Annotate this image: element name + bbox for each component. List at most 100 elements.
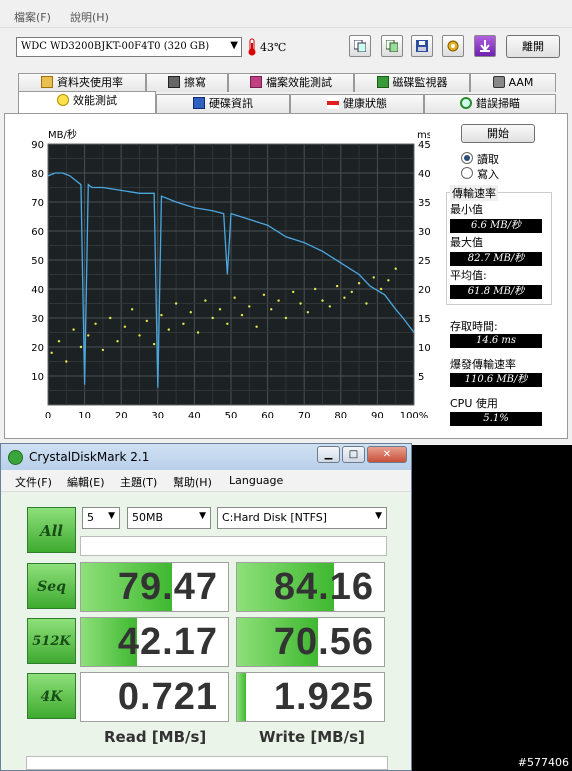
- download-button[interactable]: [474, 35, 496, 57]
- y-tick-right-label: 25: [418, 256, 430, 267]
- tab-disk-monitor[interactable]: 磁碟監視器: [354, 73, 470, 92]
- count-select[interactable]: 5 ▼: [82, 507, 120, 529]
- x-tick-label: 90: [371, 411, 384, 418]
- access-time-point: [123, 325, 127, 328]
- close-icon: ✕: [382, 449, 392, 460]
- access-time-point: [72, 328, 75, 331]
- 512k-read-result: 42.17: [80, 617, 229, 667]
- seq-button[interactable]: Seq: [27, 563, 76, 609]
- copy-all-button[interactable]: [381, 35, 403, 57]
- 4k-button[interactable]: 4K: [27, 673, 76, 719]
- file-benchmark-icon: [250, 76, 262, 88]
- cdm-menu-theme[interactable]: 主題(T): [120, 474, 157, 490]
- access-time-point: [130, 308, 134, 311]
- y-tick-right-label: 30: [418, 227, 430, 238]
- chevron-down-icon: ▼: [375, 511, 382, 521]
- x-tick-label: 40: [188, 411, 201, 418]
- min-value: 6.6 MB/秒: [450, 219, 542, 233]
- maximize-button[interactable]: □: [342, 446, 365, 463]
- menu-file[interactable]: 檔案(F): [14, 9, 51, 25]
- monitor-icon: [376, 76, 389, 88]
- cpu-usage-value: 5.1%: [450, 412, 542, 426]
- minimize-button[interactable]: ▁: [317, 446, 340, 463]
- info-icon: [193, 97, 205, 109]
- tab-aam[interactable]: AAM: [470, 73, 556, 92]
- maximize-icon: □: [348, 449, 359, 460]
- y-tick-left-label: 60: [31, 227, 44, 238]
- minimize-icon: ▁: [324, 449, 333, 460]
- access-time-point: [343, 296, 346, 299]
- cdm-menu-help[interactable]: 幫助(H): [173, 474, 212, 490]
- tab-file-benchmark[interactable]: 檔案效能測試: [228, 73, 354, 92]
- access-time-point: [372, 276, 375, 279]
- comment-field[interactable]: [80, 536, 387, 556]
- thermometer-icon: [248, 38, 256, 56]
- cdm-menu-file[interactable]: 文件(F): [15, 474, 52, 490]
- access-time-point: [204, 299, 207, 302]
- cdm-window-title: CrystalDiskMark 2.1: [29, 450, 150, 464]
- tab-health[interactable]: 健康狀態: [290, 94, 424, 113]
- access-time-point: [255, 325, 258, 328]
- magnifier-icon: [460, 97, 472, 109]
- start-button[interactable]: 開始: [461, 124, 535, 143]
- 512k-write-result: 70.56: [236, 617, 385, 667]
- access-time-point: [138, 334, 141, 337]
- y-axis-left-title: MB/秒: [48, 128, 77, 141]
- access-time-point: [226, 322, 229, 325]
- access-time-point: [270, 308, 273, 311]
- y-tick-left-label: 40: [31, 285, 44, 296]
- save-button[interactable]: [411, 35, 433, 57]
- menu-help[interactable]: 說明(H): [70, 9, 109, 25]
- y-tick-left-label: 20: [31, 343, 44, 354]
- access-time-point: [292, 290, 295, 294]
- avg-value: 61.8 MB/秒: [450, 285, 542, 299]
- count-value: 5: [87, 511, 94, 524]
- write-radio[interactable]: [461, 167, 473, 179]
- drive-select-cdm[interactable]: C:Hard Disk [NTFS] ▼: [217, 507, 387, 529]
- options-button[interactable]: [442, 35, 464, 57]
- access-time-point: [167, 328, 170, 331]
- cdm-menu-language[interactable]: Language: [229, 474, 283, 487]
- exit-button[interactable]: 離開: [506, 35, 560, 58]
- chevron-down-icon: ▼: [108, 511, 115, 521]
- x-tick-label: 80: [334, 411, 347, 418]
- crystaldiskmark-logo-icon: [8, 450, 23, 465]
- copy-button[interactable]: [349, 35, 371, 57]
- access-time-point: [379, 287, 383, 291]
- x-tick-label: 50: [225, 411, 238, 418]
- watermark: #577406: [517, 756, 569, 769]
- 512k-button[interactable]: 512K: [27, 618, 76, 664]
- close-button[interactable]: ✕: [367, 446, 407, 463]
- y-tick-right-label: 15: [418, 314, 430, 325]
- y-tick-right-label: 35: [418, 198, 430, 209]
- burst-rate-value: 110.6 MB/秒: [450, 373, 542, 387]
- access-time-point: [101, 348, 105, 352]
- access-time-point: [79, 345, 83, 349]
- tab-error-scan[interactable]: 錯誤掃瞄: [424, 94, 556, 113]
- read-radio[interactable]: [461, 152, 473, 164]
- access-time-point: [284, 316, 288, 320]
- size-select[interactable]: 50MB ▼: [127, 507, 211, 529]
- tab-disk-info[interactable]: 硬碟資訊: [156, 94, 290, 113]
- access-time-point: [387, 279, 390, 282]
- tab-benchmark[interactable]: 效能測試: [18, 91, 156, 113]
- tab-erase[interactable]: 擦寫: [146, 73, 228, 92]
- y-tick-right-label: 5: [418, 372, 424, 383]
- transfer-rate-title: 傳輸速率: [450, 185, 498, 201]
- menu-bar: 檔案(F) 說明(H): [0, 0, 572, 28]
- access-time-point: [152, 342, 156, 346]
- drive-select-value: WDC WD3200BJKT-00F4T0 (320 GB): [21, 41, 210, 52]
- access-time-point: [321, 299, 324, 302]
- access-time-point: [328, 305, 332, 308]
- drive-select[interactable]: WDC WD3200BJKT-00F4T0 (320 GB) ▼: [16, 37, 242, 57]
- size-value: 50MB: [132, 511, 164, 524]
- tab-folder-usage[interactable]: 資料夾使用率: [18, 73, 146, 92]
- y-tick-left-label: 30: [31, 314, 44, 325]
- cdm-menu-edit[interactable]: 編輯(E): [67, 474, 105, 490]
- seq-write-result: 84.16: [236, 562, 385, 612]
- avg-label: 平均值:: [450, 269, 487, 282]
- all-button[interactable]: All: [27, 507, 76, 553]
- access-time-point: [306, 311, 310, 314]
- x-tick-label: 30: [151, 411, 164, 418]
- y-tick-right-label: 45: [418, 140, 430, 151]
